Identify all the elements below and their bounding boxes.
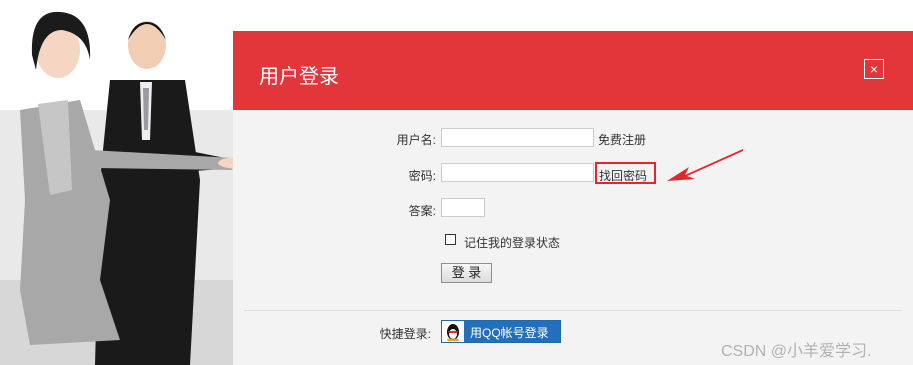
password-input[interactable] — [441, 163, 594, 182]
qq-icon-container — [442, 321, 464, 342]
password-label: 密码: — [408, 169, 436, 183]
answer-label: 答案: — [408, 204, 436, 218]
answer-input[interactable] — [441, 198, 485, 217]
remember-checkbox[interactable] — [445, 234, 456, 245]
dialog-header: 用户登录 × — [233, 31, 913, 110]
recover-password-link[interactable]: 找回密码 — [599, 167, 647, 184]
qq-penguin-icon — [447, 324, 459, 342]
business-people-illustration — [20, 11, 234, 365]
username-input[interactable] — [441, 128, 594, 147]
login-button[interactable]: 登 录 — [441, 263, 492, 283]
register-link[interactable]: 免费注册 — [598, 131, 646, 148]
watermark: CSDN @小羊爱学习. — [721, 343, 872, 360]
qq-login-label: 用QQ帐号登录 — [470, 326, 549, 340]
quick-login-label: 快捷登录: — [379, 327, 431, 341]
promo-photo — [0, 0, 234, 365]
login-dialog: 用户登录 × 用户名: 免费注册 密码: 找回密码 答案: 记住我的登录状态 登… — [233, 31, 913, 365]
remember-label: 记住我的登录状态 — [464, 236, 561, 250]
annotation-arrow-icon — [667, 149, 743, 181]
divider — [244, 310, 902, 311]
qq-login-button[interactable]: 用QQ帐号登录 — [441, 320, 561, 343]
username-label: 用户名: — [396, 133, 436, 147]
close-icon[interactable]: × — [864, 59, 884, 79]
dialog-title: 用户登录 — [259, 66, 339, 88]
